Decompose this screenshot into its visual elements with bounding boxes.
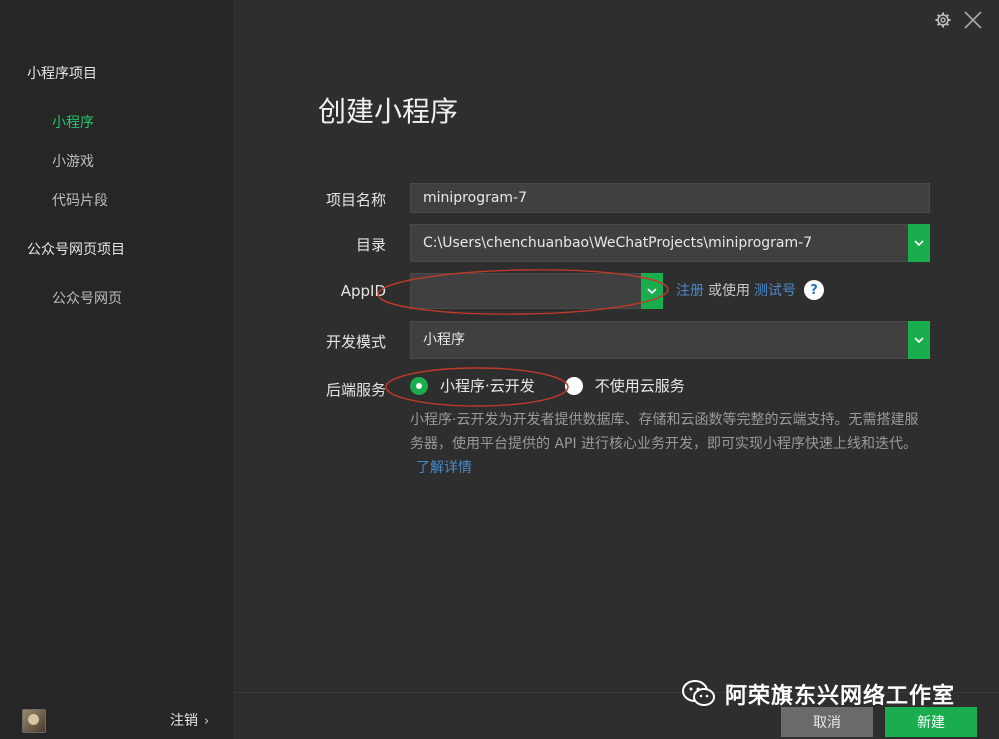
appid-links: 注册 或使用 测试号 ? (676, 280, 824, 300)
radio-cloud-dev[interactable] (410, 376, 428, 395)
logout-label: 注销 (170, 713, 198, 729)
create-button[interactable]: 新建 (885, 707, 977, 737)
radio-no-cloud[interactable] (564, 376, 583, 395)
directory-dropdown[interactable]: C:\Users\chenchuanbao\WeChatProjects\min… (410, 224, 930, 262)
backend-label: 后端服务 (325, 381, 386, 399)
or-use-text: 或使用 (708, 283, 750, 299)
sidebar: 小程序项目 小程序 小游戏 代码片段 公众号网页项目 公众号网页 注销 › (0, 0, 233, 739)
chevron-down-icon (914, 239, 924, 246)
test-account-link[interactable]: 测试号 (754, 280, 796, 300)
register-link[interactable]: 注册 (676, 280, 704, 300)
logout-button[interactable]: 注销 › (170, 710, 209, 730)
directory-label: 目录 (355, 236, 386, 254)
gear-icon[interactable] (933, 10, 953, 30)
radio-no-cloud-label[interactable]: 不使用云服务 (595, 375, 685, 396)
appid-dropdown[interactable] (410, 273, 663, 309)
project-name-label: 项目名称 (325, 191, 386, 209)
devmode-dropdown[interactable]: 小程序 (410, 321, 930, 359)
devmode-dropdown-button[interactable] (908, 321, 930, 359)
close-icon[interactable] (963, 10, 983, 30)
sidebar-item-code-snippet[interactable]: 代码片段 (52, 190, 108, 210)
help-icon[interactable]: ? (804, 280, 824, 300)
backend-description-text: 小程序·云开发为开发者提供数据库、存储和云函数等完整的云端支持。无需搭建服务器，… (410, 412, 919, 452)
page-title: 创建小程序 (318, 95, 459, 128)
appid-label: AppID (340, 282, 386, 300)
devmode-value: 小程序 (423, 332, 465, 348)
chevron-down-icon (647, 287, 657, 294)
backend-description: 小程序·云开发为开发者提供数据库、存储和云函数等完整的云端支持。无需搭建服务器，… (410, 408, 930, 480)
appid-dropdown-button[interactable] (641, 273, 663, 309)
sidebar-group-official-account: 公众号网页项目 (27, 242, 125, 258)
watermark: 阿荣旗东兴网络工作室 (681, 678, 955, 710)
learn-more-link[interactable]: 了解详情 (416, 460, 472, 476)
avatar[interactable] (22, 709, 46, 733)
sidebar-item-official-webpage[interactable]: 公众号网页 (52, 288, 122, 308)
watermark-text: 阿荣旗东兴网络工作室 (725, 684, 956, 709)
project-name-input[interactable]: miniprogram-7 (410, 183, 930, 213)
chevron-down-icon (914, 336, 924, 343)
sidebar-item-minigame[interactable]: 小游戏 (52, 151, 94, 171)
main-panel: 创建小程序 项目名称 miniprogram-7 目录 C:\Users\che… (233, 0, 999, 739)
devmode-label: 开发模式 (325, 333, 386, 351)
radio-cloud-dev-label[interactable]: 小程序·云开发 (440, 375, 535, 396)
directory-value: C:\Users\chenchuanbao\WeChatProjects\min… (423, 235, 813, 251)
sidebar-item-miniprogram[interactable]: 小程序 (52, 112, 94, 132)
cancel-button[interactable]: 取消 (781, 707, 873, 737)
sidebar-group-miniprogram: 小程序项目 (27, 66, 97, 82)
window-controls (933, 10, 983, 30)
backend-options: 小程序·云开发 不使用云服务 (410, 375, 685, 396)
directory-dropdown-button[interactable] (908, 224, 930, 262)
wechat-logo-icon (682, 680, 715, 706)
chevron-right-icon: › (204, 714, 210, 729)
